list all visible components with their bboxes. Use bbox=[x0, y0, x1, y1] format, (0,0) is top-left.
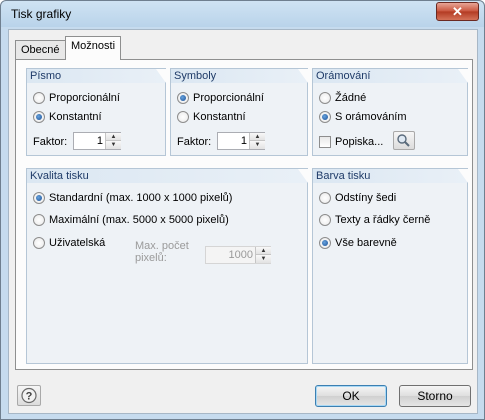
options-tab-panel: Písmo Proporcionální Konstantní Faktor: … bbox=[15, 59, 473, 370]
font-proportional-label: Proporcionální bbox=[49, 92, 120, 104]
color-all-radio[interactable] bbox=[319, 237, 331, 249]
max-count-label-line2: pixelů: bbox=[135, 252, 167, 264]
spin-down-icon[interactable]: ▼ bbox=[106, 141, 121, 149]
quality-custom-option[interactable]: Uživatelská bbox=[33, 237, 105, 249]
quality-maximum-label: Maximální (max. 5000 x 5000 pixelů) bbox=[49, 214, 229, 226]
caption-settings-button[interactable] bbox=[393, 131, 415, 150]
close-icon: ✕ bbox=[452, 4, 463, 19]
quality-standard-label: Standardní (max. 1000 x 1000 pixelů) bbox=[49, 192, 233, 204]
quality-maximum-option[interactable]: Maximální (max. 5000 x 5000 pixelů) bbox=[33, 214, 229, 226]
font-proportional-option[interactable]: Proporcionální bbox=[33, 92, 120, 104]
symbols-factor-spinner[interactable]: 1 ▲ ▼ bbox=[217, 132, 265, 150]
quality-maximum-radio[interactable] bbox=[33, 214, 45, 226]
symbols-constant-label: Konstantní bbox=[193, 111, 246, 123]
tab-options[interactable]: Možnosti bbox=[65, 36, 122, 60]
color-all-option[interactable]: Vše barevně bbox=[319, 237, 397, 249]
symbols-constant-option[interactable]: Konstantní bbox=[177, 111, 246, 123]
quality-standard-option[interactable]: Standardní (max. 1000 x 1000 pixelů) bbox=[33, 192, 232, 204]
print-quality-group-header: Kvalita tisku bbox=[27, 169, 308, 183]
help-button[interactable]: ? bbox=[17, 385, 41, 406]
symbols-group: Symboly Proporcionální Konstantní Faktor… bbox=[170, 68, 308, 156]
symbols-constant-radio[interactable] bbox=[177, 111, 189, 123]
print-graphics-dialog: Tisk grafiky ✕ Obecné Možnosti Písmo Pro… bbox=[0, 0, 485, 420]
dialog-body: Obecné Možnosti Písmo Proporcionální Kon… bbox=[8, 29, 478, 414]
color-grayscale-radio[interactable] bbox=[319, 192, 331, 204]
color-grayscale-label: Odstíny šedi bbox=[335, 192, 397, 204]
spin-up-icon[interactable]: ▲ bbox=[250, 133, 265, 141]
border-framed-label: S orámováním bbox=[335, 111, 407, 123]
font-group-header: Písmo bbox=[27, 69, 166, 83]
ok-button[interactable]: OK bbox=[315, 385, 387, 407]
tab-general[interactable]: Obecné bbox=[15, 40, 66, 59]
svg-text:?: ? bbox=[26, 391, 33, 403]
max-pixels-value: 1000 bbox=[228, 249, 253, 261]
spin-up-icon[interactable]: ▲ bbox=[256, 247, 271, 255]
color-black-text-radio[interactable] bbox=[319, 214, 331, 226]
caption-option[interactable]: Popiska... bbox=[319, 136, 383, 148]
color-all-label: Vše barevně bbox=[335, 237, 397, 249]
font-proportional-radio[interactable] bbox=[33, 92, 45, 104]
symbols-proportional-option[interactable]: Proporcionální bbox=[177, 92, 264, 104]
font-group: Písmo Proporcionální Konstantní Faktor: … bbox=[26, 68, 166, 156]
title-bar[interactable]: Tisk grafiky ✕ bbox=[1, 1, 484, 27]
quality-custom-radio[interactable] bbox=[33, 237, 45, 249]
cancel-button[interactable]: Storno bbox=[399, 385, 471, 407]
color-black-text-option[interactable]: Texty a řádky černě bbox=[319, 214, 430, 226]
spin-down-icon[interactable]: ▼ bbox=[250, 141, 265, 149]
color-black-text-label: Texty a řádky černě bbox=[335, 214, 431, 226]
max-count-label-line1: Max. počet bbox=[135, 240, 189, 252]
spin-down-icon[interactable]: ▼ bbox=[256, 255, 271, 263]
caption-label: Popiska... bbox=[335, 136, 384, 148]
symbols-factor-label: Faktor: bbox=[177, 136, 212, 148]
font-constant-label: Konstantní bbox=[49, 111, 102, 123]
print-color-group-header: Barva tisku bbox=[313, 169, 468, 183]
font-constant-radio[interactable] bbox=[33, 111, 45, 123]
symbols-proportional-radio[interactable] bbox=[177, 92, 189, 104]
color-grayscale-option[interactable]: Odstíny šedi bbox=[319, 192, 396, 204]
caption-checkbox[interactable] bbox=[319, 136, 331, 148]
border-none-radio[interactable] bbox=[319, 92, 331, 104]
font-factor-label: Faktor: bbox=[33, 136, 68, 148]
spin-up-icon[interactable]: ▲ bbox=[106, 133, 121, 141]
border-framed-option[interactable]: S orámováním bbox=[319, 111, 407, 123]
symbols-group-header: Symboly bbox=[171, 69, 308, 83]
border-framed-radio[interactable] bbox=[319, 111, 331, 123]
font-factor-spinner[interactable]: 1 ▲ ▼ bbox=[73, 132, 121, 150]
quality-standard-radio[interactable] bbox=[33, 192, 45, 204]
border-none-option[interactable]: Žádné bbox=[319, 92, 366, 104]
print-color-group: Barva tisku Odstíny šedi Texty a řádky č… bbox=[312, 168, 468, 364]
border-none-label: Žádné bbox=[335, 92, 367, 104]
close-button[interactable]: ✕ bbox=[436, 2, 479, 21]
quality-custom-label: Uživatelská bbox=[49, 237, 106, 249]
magnifier-icon bbox=[397, 134, 410, 147]
border-group: Orámování Žádné S orámováním Popiska... bbox=[312, 68, 468, 156]
font-constant-option[interactable]: Konstantní bbox=[33, 111, 102, 123]
window-title: Tisk grafiky bbox=[11, 7, 72, 21]
max-pixels-spinner[interactable]: 1000 ▲ ▼ bbox=[205, 246, 271, 264]
font-factor-value: 1 bbox=[96, 135, 103, 147]
help-icon: ? bbox=[21, 387, 37, 404]
symbols-proportional-label: Proporcionální bbox=[193, 92, 264, 104]
print-quality-group: Kvalita tisku Standardní (max. 1000 x 10… bbox=[26, 168, 308, 364]
border-group-header: Orámování bbox=[313, 69, 468, 83]
symbols-factor-value: 1 bbox=[240, 135, 247, 147]
